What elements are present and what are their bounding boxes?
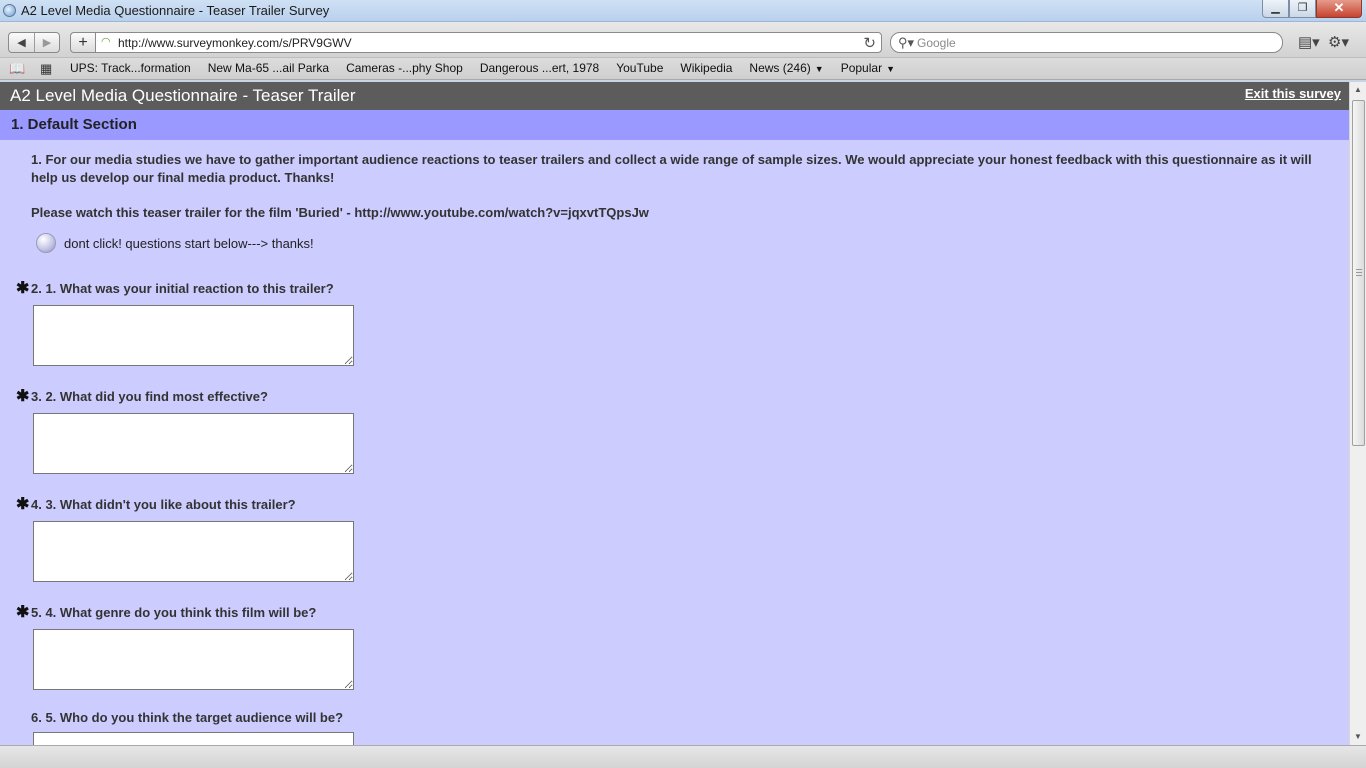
back-button[interactable]: ◀: [9, 33, 34, 52]
url-text[interactable]: http://www.surveymonkey.com/s/PRV9GWV: [118, 36, 352, 50]
required-asterisk-icon: ✱: [16, 496, 30, 513]
radio-label: dont click! questions start below---> th…: [64, 235, 314, 251]
forward-button[interactable]: ▶: [34, 33, 59, 52]
add-bookmark-button[interactable]: +: [70, 32, 95, 53]
window-controls: ▁ ❐ ✕: [1262, 0, 1362, 18]
browser-toolbar: ◀ ▶ + ◠ http://www.surveymonkey.com/s/PR…: [0, 22, 1366, 58]
bookmark-list: UPS: Track...formation New Ma-65 ...ail …: [70, 61, 912, 75]
bookmark-label: Wikipedia: [680, 61, 733, 75]
survey-header: A2 Level Media Questionnaire - Teaser Tr…: [0, 82, 1349, 110]
maximize-button[interactable]: ❐: [1289, 0, 1316, 18]
bookmark-item[interactable]: Dangerous ...ert, 1978: [480, 61, 599, 75]
reload-icon[interactable]: ↻: [863, 34, 876, 52]
section-header: 1. Default Section: [0, 110, 1349, 140]
answer-textarea[interactable]: [33, 629, 354, 690]
reading-list-icon[interactable]: 📖: [9, 61, 25, 77]
bookmarks-bar: 📖 ▦ UPS: Track...formation New Ma-65 ...…: [0, 58, 1366, 80]
question-block: ✱ 3. 2. What did you find most effective…: [16, 386, 354, 474]
exit-survey-link[interactable]: Exit this survey: [1245, 86, 1341, 101]
question-block: ✱ 4. 3. What didn't you like about this …: [16, 494, 354, 582]
answer-textarea[interactable]: [33, 521, 354, 582]
bookmark-label: Dangerous ...ert, 1978: [479, 61, 600, 75]
bookmark-item[interactable]: Wikipedia: [680, 61, 732, 75]
watch-instructions: Please watch this teaser trailer for the…: [31, 205, 649, 220]
safari-app-icon: [3, 4, 16, 17]
bookmark-item[interactable]: UPS: Track...formation: [70, 61, 191, 75]
window-titlebar: A2 Level Media Questionnaire - Teaser Tr…: [0, 0, 1366, 22]
question-label: 6. 5. Who do you think the target audien…: [31, 710, 344, 725]
question-block: ✱ 2. 1. What was your initial reaction t…: [16, 278, 354, 366]
question-label-row: 6. 5. Who do you think the target audien…: [16, 710, 354, 725]
page-menu-icon[interactable]: ▤▾: [1298, 33, 1320, 51]
question-block: ✱ 5. 4. What genre do you think this fil…: [16, 602, 354, 690]
radio-button[interactable]: [36, 233, 56, 253]
answer-textarea[interactable]: [33, 305, 354, 366]
scroll-down-icon[interactable]: ▼: [1354, 732, 1362, 741]
minimize-button[interactable]: ▁: [1262, 0, 1289, 18]
vertical-scrollbar[interactable]: ▲ ▼: [1349, 82, 1366, 745]
loading-icon: ◠: [101, 36, 111, 48]
grip-icon: [1356, 269, 1362, 276]
chevron-down-icon: ▼: [814, 64, 824, 74]
bookmark-label: YouTube: [616, 61, 664, 75]
close-button[interactable]: ✕: [1316, 0, 1362, 18]
chevron-down-icon: ▼: [886, 64, 895, 74]
required-asterisk-icon: ✱: [16, 388, 30, 405]
status-bar: [0, 745, 1366, 768]
bookmark-label: Cameras -...phy Shop: [346, 61, 463, 75]
answer-textarea[interactable]: [33, 732, 354, 745]
question-label-row: ✱ 2. 1. What was your initial reaction t…: [16, 278, 354, 298]
bookmark-item[interactable]: YouTube: [616, 61, 663, 75]
radio-option[interactable]: dont click! questions start below---> th…: [36, 233, 314, 253]
search-icon: ⚲▾: [898, 35, 915, 50]
question-label: 5. 4. What genre do you think this film …: [31, 604, 317, 620]
bookmark-label: Popular: [840, 61, 883, 75]
search-field[interactable]: ⚲▾ Google: [890, 32, 1283, 53]
question-label: 4. 3. What didn't you like about this tr…: [31, 496, 296, 512]
nav-buttons: ◀ ▶: [8, 32, 60, 53]
scrollbar-thumb[interactable]: [1352, 100, 1365, 446]
bookmark-item[interactable]: Cameras -...phy Shop: [346, 61, 463, 75]
question-label-row: ✱ 3. 2. What did you find most effective…: [16, 386, 354, 406]
bookmark-folder-popular[interactable]: Popular ▼: [841, 61, 895, 75]
question-label: 2. 1. What was your initial reaction to …: [31, 280, 334, 296]
section-title: 1. Default Section: [11, 116, 137, 133]
top-sites-grid-icon[interactable]: ▦: [40, 61, 52, 77]
survey-title: A2 Level Media Questionnaire - Teaser Tr…: [10, 86, 356, 105]
bookmark-item[interactable]: New Ma-65 ...ail Parka: [208, 61, 329, 75]
bookmark-label: UPS: Track...formation: [70, 61, 191, 75]
intro-text: 1. For our media studies we have to gath…: [31, 152, 1312, 185]
search-placeholder: Google: [917, 36, 956, 50]
question-label-row: ✱ 4. 3. What didn't you like about this …: [16, 494, 354, 514]
bookmark-label: News (246): [749, 61, 811, 75]
required-asterisk-icon: ✱: [16, 280, 30, 297]
question-label: 3. 2. What did you find most effective?: [31, 388, 268, 404]
question-label-row: ✱ 5. 4. What genre do you think this fil…: [16, 602, 354, 622]
question-block: 6. 5. Who do you think the target audien…: [16, 710, 354, 745]
settings-menu-icon[interactable]: ⚙▾: [1328, 33, 1349, 51]
bookmark-label: New Ma-65 ...ail Parka: [207, 61, 330, 75]
scroll-up-icon[interactable]: ▲: [1354, 85, 1362, 94]
address-bar[interactable]: ◠ http://www.surveymonkey.com/s/PRV9GWV …: [95, 32, 882, 53]
survey-page: A2 Level Media Questionnaire - Teaser Tr…: [0, 82, 1349, 745]
answer-textarea[interactable]: [33, 413, 354, 474]
bookmark-folder-news[interactable]: News (246) ▼: [749, 61, 823, 75]
required-asterisk-icon: ✱: [16, 604, 30, 621]
window-title: A2 Level Media Questionnaire - Teaser Tr…: [21, 3, 330, 18]
